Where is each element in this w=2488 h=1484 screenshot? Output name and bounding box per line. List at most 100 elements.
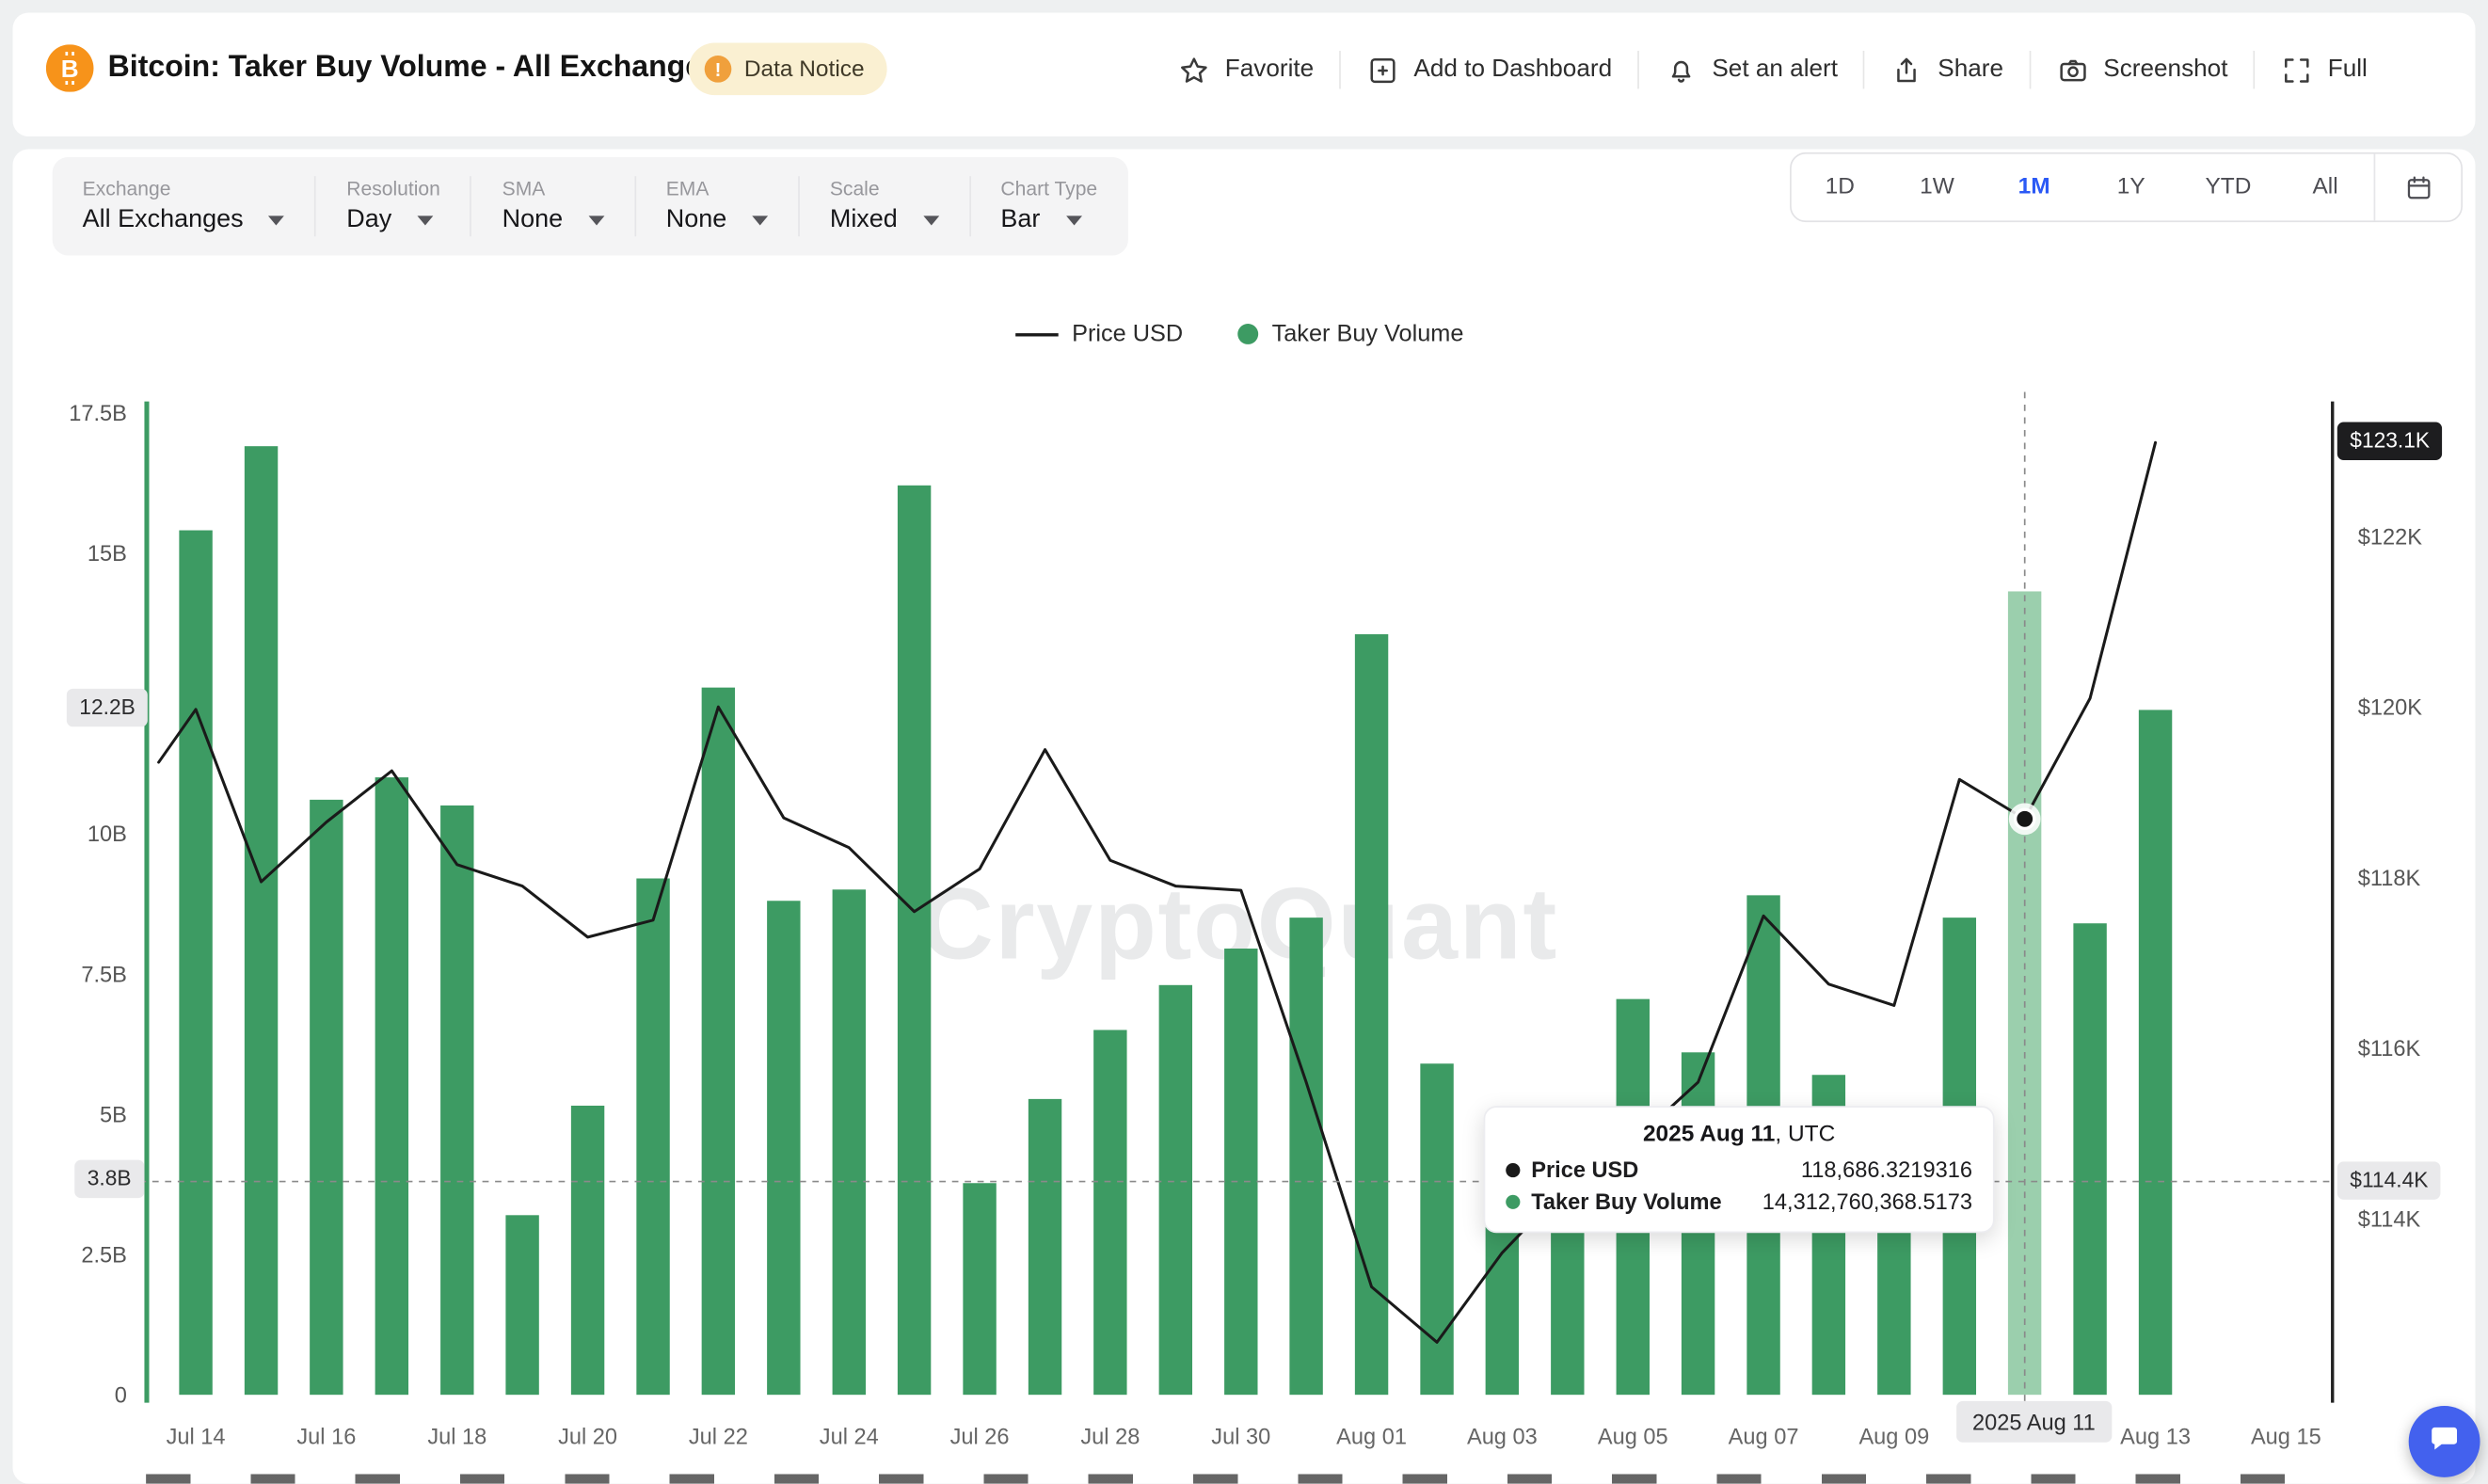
volume-bar-jul-23[interactable]	[767, 901, 800, 1395]
action-screenshot[interactable]: Screenshot	[2031, 53, 2254, 86]
tooltip-series-label: Taker Buy Volume	[1531, 1189, 1721, 1214]
series-dot-icon	[1506, 1162, 1520, 1176]
tooltip-series-value: 14,312,760,368.5173	[1762, 1189, 1972, 1214]
chart-tooltip: 2025 Aug 11, UTC Price USD118,686.321931…	[1484, 1106, 1995, 1233]
tooltip-series-value: 118,686.3219316	[1801, 1157, 1972, 1182]
control-chart-type[interactable]: Chart TypeBar	[970, 157, 1127, 256]
x-axis-tick: Aug 05	[1598, 1425, 1668, 1449]
control-value: None	[666, 206, 726, 234]
volume-bar-aug-13[interactable]	[2139, 710, 2172, 1395]
range-ytd[interactable]: YTD	[2179, 174, 2276, 199]
range-1d[interactable]: 1D	[1792, 174, 1889, 199]
control-label: SMA	[502, 178, 604, 200]
x-axis-crosshair-tag: 2025 Aug 11	[1956, 1401, 2112, 1443]
x-axis-tick: Aug 07	[1729, 1425, 1799, 1449]
legend-label: Price USD	[1072, 321, 1183, 348]
x-axis-tick: Jul 22	[689, 1425, 748, 1449]
x-axis-tick: Jul 14	[167, 1425, 226, 1449]
star-icon	[1177, 53, 1210, 86]
volume-bar-jul-29[interactable]	[1159, 985, 1192, 1395]
data-notice-label: Data Notice	[744, 56, 865, 82]
action-label: Add to Dashboard	[1413, 56, 1612, 84]
control-label: EMA	[666, 178, 768, 200]
control-value-row: Day	[346, 206, 440, 234]
x-axis-tick: Aug 09	[1858, 1425, 1929, 1449]
chart-controls: ExchangeAll ExchangesResolutionDaySMANon…	[53, 157, 1128, 256]
control-label: Scale	[830, 178, 939, 200]
volume-bar-aug-01[interactable]	[1355, 634, 1388, 1395]
action-set-an-alert[interactable]: Set an alert	[1639, 53, 1863, 86]
left-axis-tick: 0	[115, 1384, 127, 1409]
control-label: Exchange	[83, 178, 285, 200]
control-sma[interactable]: SMANone	[472, 157, 634, 256]
range-1y[interactable]: 1Y	[2082, 174, 2179, 199]
page-title: Bitcoin: Taker Buy Volume - All Exchange…	[108, 51, 719, 86]
action-label: Full	[2328, 56, 2368, 84]
chat-widget-button[interactable]	[2409, 1406, 2480, 1477]
volume-bar-jul-19[interactable]	[505, 1215, 538, 1395]
volume-bar-jul-16[interactable]	[310, 800, 343, 1395]
volume-bar-aug-12[interactable]	[2073, 923, 2106, 1395]
volume-bar-jul-17[interactable]	[375, 777, 408, 1395]
volume-bar-jul-21[interactable]	[636, 878, 669, 1395]
action-label: Screenshot	[2103, 56, 2227, 84]
control-value: All Exchanges	[83, 206, 244, 234]
control-resolution[interactable]: ResolutionDay	[316, 157, 470, 256]
volume-bar-jul-22[interactable]	[702, 688, 735, 1396]
control-value-row: All Exchanges	[83, 206, 285, 234]
volume-bar-jul-25[interactable]	[898, 486, 931, 1395]
volume-bar-jul-26[interactable]	[963, 1183, 996, 1395]
svg-text:B: B	[61, 55, 79, 83]
control-value-row: Bar	[1000, 206, 1097, 234]
legend-item-price-usd[interactable]: Price USD	[1014, 321, 1183, 348]
volume-bar-jul-15[interactable]	[245, 446, 278, 1395]
volume-bar-aug-02[interactable]	[1420, 1063, 1453, 1395]
control-value: Day	[346, 206, 391, 234]
volume-bar-jul-24[interactable]	[833, 889, 866, 1395]
action-share[interactable]: Share	[1865, 53, 2029, 86]
x-axis-tick: Jul 20	[558, 1425, 617, 1449]
tooltip-title: 2025 Aug 11, UTC	[1506, 1122, 1972, 1147]
camera-icon	[2056, 53, 2089, 86]
crosshair-dot	[2016, 809, 2034, 828]
volume-bar-jul-18[interactable]	[440, 806, 473, 1395]
volume-bar-jul-14[interactable]	[179, 531, 212, 1396]
control-value-row: None	[666, 206, 768, 234]
x-axis-tick: Jul 24	[820, 1425, 879, 1449]
x-axis-tick: Jul 16	[296, 1425, 356, 1449]
x-axis-tick: Aug 03	[1467, 1425, 1538, 1449]
control-scale[interactable]: Scale Mixed	[800, 157, 969, 256]
line-swatch	[1014, 332, 1058, 335]
control-exchange[interactable]: Exchange All Exchanges	[53, 157, 315, 256]
action-add-to-dashboard[interactable]: Add to Dashboard	[1341, 53, 1637, 86]
range-1w[interactable]: 1W	[1889, 174, 1986, 199]
x-axis-tick: Aug 13	[2120, 1425, 2191, 1449]
volume-bar-jul-30[interactable]	[1224, 949, 1257, 1395]
volume-bar-jul-28[interactable]	[1093, 1030, 1126, 1396]
chevron-down-icon	[1065, 215, 1081, 225]
bitcoin-logo-icon: B	[46, 44, 94, 92]
calendar-button[interactable]	[2374, 154, 2462, 221]
volume-bar-jul-27[interactable]	[1029, 1099, 1061, 1395]
right-axis-tick: $116K	[2358, 1037, 2421, 1061]
action-favorite[interactable]: Favorite	[1152, 53, 1339, 86]
x-axis-tick: Jul 26	[950, 1425, 1010, 1449]
data-notice-badge[interactable]: ! Data Notice	[689, 43, 886, 96]
range-1m[interactable]: 1M	[1986, 174, 2082, 199]
volume-bar-jul-20[interactable]	[571, 1106, 604, 1395]
header-actions: Favorite Add to Dashboard Set an alertShar…	[1152, 40, 2393, 100]
chevron-down-icon	[269, 215, 285, 225]
tooltip-row: Taker Buy Volume 14,312,760,368.5173	[1506, 1189, 1972, 1214]
volume-bar-jul-31[interactable]	[1289, 918, 1322, 1395]
x-axis-tick: Jul 18	[427, 1425, 486, 1449]
right-axis-tick: $120K	[2358, 696, 2422, 721]
range-all[interactable]: All	[2276, 174, 2373, 199]
legend-item-taker-buy-volume[interactable]: Taker Buy Volume	[1236, 321, 1463, 348]
action-full[interactable]: Full	[2255, 53, 2393, 86]
x-axis-tick: Aug 15	[2251, 1425, 2321, 1449]
dot-swatch	[1236, 324, 1257, 344]
control-value: Mixed	[830, 206, 898, 234]
chart-canvas[interactable]: 17.5B15B10B7.5B5B2.5B0$122K$120K$118K$11…	[0, 381, 2488, 1484]
chat-icon	[2426, 1419, 2463, 1463]
control-ema[interactable]: EMA None	[636, 157, 798, 256]
